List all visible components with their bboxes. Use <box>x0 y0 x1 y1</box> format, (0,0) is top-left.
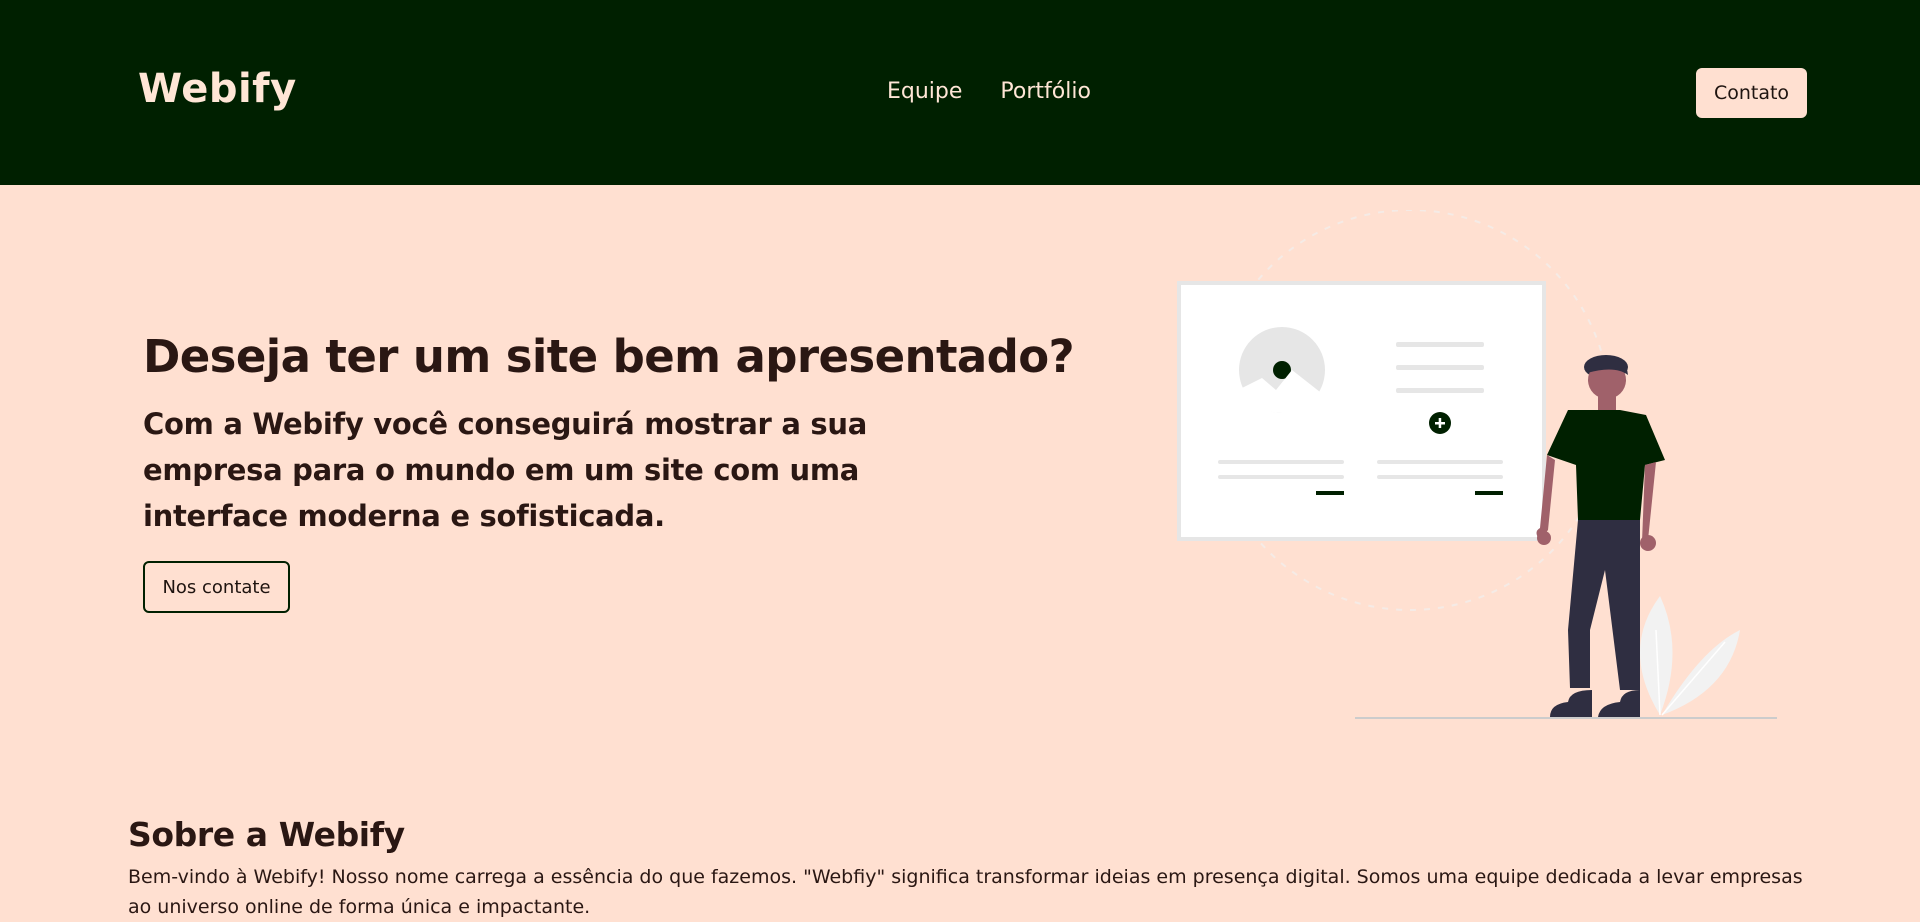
about-section: Sobre a Webify Bem-vindo à Webify! Nosso… <box>128 815 1828 922</box>
contact-us-button[interactable]: Nos contate <box>143 561 290 613</box>
contact-button[interactable]: Contato <box>1696 68 1807 118</box>
screen-card <box>1177 281 1546 541</box>
image-placeholder-icon <box>1239 327 1325 414</box>
website-presentation-illustration <box>1177 209 1777 719</box>
nav-link-portfolio[interactable]: Portfólio <box>1000 79 1091 104</box>
nav-link-equipe[interactable]: Equipe <box>887 79 962 104</box>
hero-section: Deseja ter um site bem apresentado? Com … <box>143 330 1075 613</box>
hero-title: Deseja ter um site bem apresentado? <box>143 330 1075 383</box>
site-header: Webify Equipe Portfólio Contato <box>0 0 1920 185</box>
about-text: Bem-vindo à Webify! Nosso nome carrega a… <box>128 866 1803 918</box>
site-logo[interactable]: Webify <box>138 66 297 112</box>
hero-subtitle: Com a Webify você conseguirá mostrar a s… <box>143 407 867 533</box>
main-nav: Equipe Portfólio <box>887 79 1091 104</box>
hero-illustration <box>1100 209 1800 730</box>
about-title: Sobre a Webify <box>128 815 405 854</box>
plus-icon <box>1429 412 1451 434</box>
plant-decoration <box>1640 596 1740 716</box>
